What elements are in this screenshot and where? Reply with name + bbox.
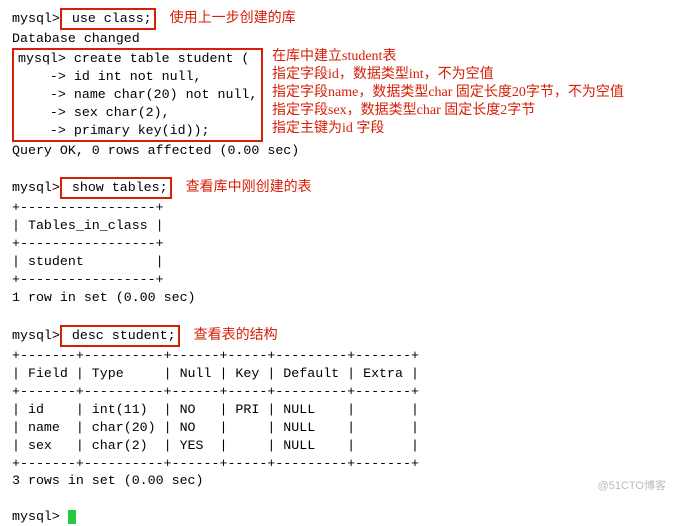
annot-create-2: 指定字段id，数据类型int，不为空值 — [272, 66, 624, 84]
db-changed: Database changed — [12, 30, 662, 48]
query-ok: Query OK, 0 rows affected (0.00 sec) — [12, 142, 662, 160]
use-class-line: mysql> use class; 使用上一步创建的库 — [12, 8, 662, 30]
tables-row: | student | — [12, 253, 662, 271]
create-table-block: mysql> create table student ( -> id int … — [12, 48, 662, 142]
annot-create-5: 指定主键为id 字段 — [272, 120, 624, 138]
cursor — [68, 510, 76, 524]
desc-row-sex: | sex | char(2) | YES | | NULL | | — [12, 437, 662, 455]
tables-header: | Tables_in_class | — [12, 217, 662, 235]
annot-create-3: 指定字段name，数据类型char 固定长度20字节，不为空值 — [272, 84, 624, 102]
desc-row-name: | name | char(20) | NO | | NULL | | — [12, 419, 662, 437]
one-row-in-set: 1 row in set (0.00 sec) — [12, 289, 662, 307]
show-tables-line: mysql> show tables;查看库中刚创建的表 — [12, 177, 662, 199]
mysql-prompt: mysql> — [12, 11, 60, 26]
desc-row-id: | id | int(11) | NO | PRI | NULL | | — [12, 401, 662, 419]
desc-student-command: desc student; — [60, 325, 180, 347]
create-annotations: 在库中建立student表 指定字段id，数据类型int，不为空值 指定字段na… — [272, 48, 624, 138]
show-tables-command: show tables; — [60, 177, 172, 199]
watermark: @51CTO博客 — [598, 479, 666, 494]
desc-header: | Field | Type | Null | Key | Default | … — [12, 365, 662, 383]
three-rows-in-set: 3 rows in set (0.00 sec) — [12, 472, 662, 490]
annot-desc: 查看表的结构 — [194, 328, 278, 343]
create-table-command: mysql> create table student ( -> id int … — [12, 48, 263, 142]
desc-line: mysql> desc student;查看表的结构 — [12, 325, 662, 347]
annot-create-4: 指定字段sex，数据类型char 固定长度2字节 — [272, 102, 624, 120]
desc-border: +-------+----------+------+-----+-------… — [12, 347, 662, 365]
terminal-output: mysql> use class; 使用上一步创建的库 Database chan… — [12, 8, 662, 526]
final-prompt-line: mysql> — [12, 508, 662, 526]
annot-create-1: 在库中建立student表 — [272, 48, 624, 66]
annot-use-class: 使用上一步创建的库 — [170, 11, 296, 26]
use-class-command: use class; — [60, 8, 156, 30]
annot-show-tables: 查看库中刚创建的表 — [186, 180, 312, 195]
tables-border: +-----------------+ — [12, 199, 662, 217]
